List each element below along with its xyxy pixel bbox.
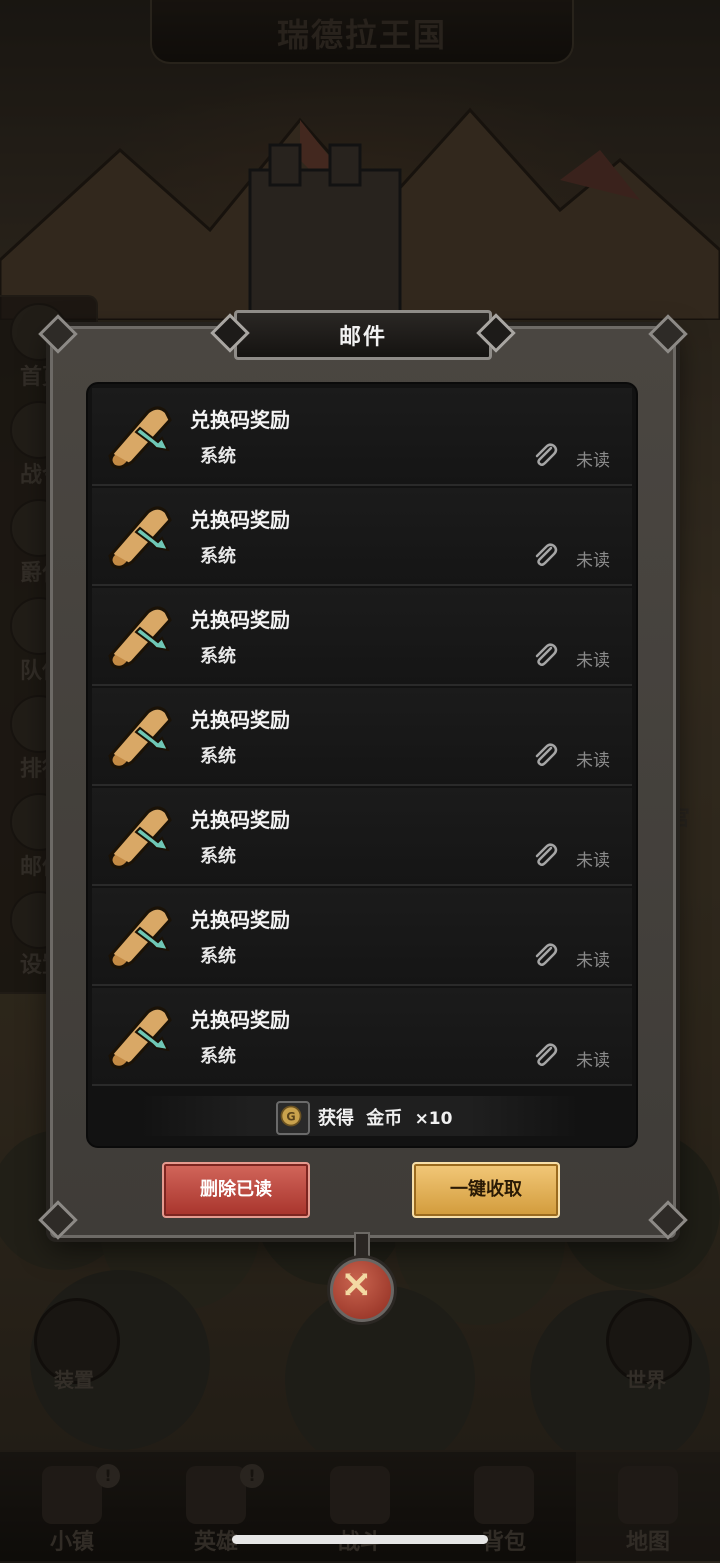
collect-all-button[interactable]: 一键收取 xyxy=(412,1162,560,1218)
attachment-icon xyxy=(535,643,558,667)
mail-row[interactable]: 兑换码奖励 系统 未读 xyxy=(92,988,632,1086)
mail-title: 兑换码奖励 xyxy=(190,808,290,832)
mail-status: 未读 xyxy=(576,451,610,471)
scroll-icon xyxy=(108,506,172,569)
mail-sender: 系统 xyxy=(200,946,236,967)
mail-title: 兑换码奖励 xyxy=(190,908,290,932)
mail-status: 未读 xyxy=(576,651,610,671)
attachment-icon xyxy=(535,443,558,467)
mail-row[interactable]: 兑换码奖励 系统 未读 xyxy=(92,688,632,786)
reward-text: 获得 金币 ×10 xyxy=(318,1104,452,1130)
reward-item: 金币 xyxy=(366,1108,403,1129)
close-icon xyxy=(345,1273,368,1296)
scroll-icon xyxy=(108,706,172,769)
scroll-icon xyxy=(108,906,172,969)
mail-status: 未读 xyxy=(576,551,610,571)
mail-title: 兑换码奖励 xyxy=(190,708,290,732)
mail-status: 未读 xyxy=(576,751,610,771)
mail-row[interactable]: 兑换码奖励 系统 未读 xyxy=(92,788,632,886)
mail-list[interactable]: 兑换码奖励 系统 未读 兑换码奖励 系统 未读 兑换码奖励 系统 未读 兑换码奖… xyxy=(86,382,638,1148)
mail-title: 兑换码奖励 xyxy=(190,1008,290,1032)
mail-status: 未读 xyxy=(576,851,610,871)
mail-status: 未读 xyxy=(576,1051,610,1071)
mail-sender: 系统 xyxy=(200,1046,236,1067)
reward-multiplier: ×10 xyxy=(414,1109,453,1129)
mail-row[interactable]: 兑换码奖励 系统 未读 xyxy=(92,588,632,686)
mail-row[interactable]: 兑换码奖励 系统 未读 xyxy=(92,888,632,986)
gold-coin-icon: G xyxy=(276,1101,310,1135)
mail-title: 兑换码奖励 xyxy=(190,408,290,432)
mail-title: 兑换码奖励 xyxy=(190,508,290,532)
mail-sender: 系统 xyxy=(200,846,236,867)
mail-sender: 系统 xyxy=(200,446,236,467)
close-button[interactable] xyxy=(330,1258,394,1322)
reward-summary: G 获得 金币 ×10 xyxy=(140,1096,580,1136)
reward-prefix: 获得 xyxy=(318,1108,354,1129)
dialog-title: 邮件 xyxy=(338,325,387,350)
mail-sender: 系统 xyxy=(200,746,236,767)
mail-row[interactable]: 兑换码奖励 系统 未读 xyxy=(92,388,632,486)
scroll-icon xyxy=(108,806,172,869)
scroll-icon xyxy=(108,1006,172,1069)
mail-row[interactable]: 兑换码奖励 系统 未读 xyxy=(92,488,632,586)
mail-status: 未读 xyxy=(576,951,610,971)
attachment-icon xyxy=(535,743,558,767)
scroll-icon xyxy=(108,606,172,669)
delete-read-button[interactable]: 删除已读 xyxy=(162,1162,310,1218)
attachment-icon xyxy=(535,1043,558,1067)
mail-sender: 系统 xyxy=(200,546,236,567)
mail-sender: 系统 xyxy=(200,646,236,667)
scroll-icon xyxy=(108,406,172,469)
attachment-icon xyxy=(535,943,558,967)
dialog-title-plate: 邮件 xyxy=(234,310,492,360)
coin-glyph: G xyxy=(286,1110,295,1123)
attachment-icon xyxy=(535,543,558,567)
home-indicator xyxy=(232,1535,488,1544)
attachment-icon xyxy=(535,843,558,867)
mail-title: 兑换码奖励 xyxy=(190,608,290,632)
